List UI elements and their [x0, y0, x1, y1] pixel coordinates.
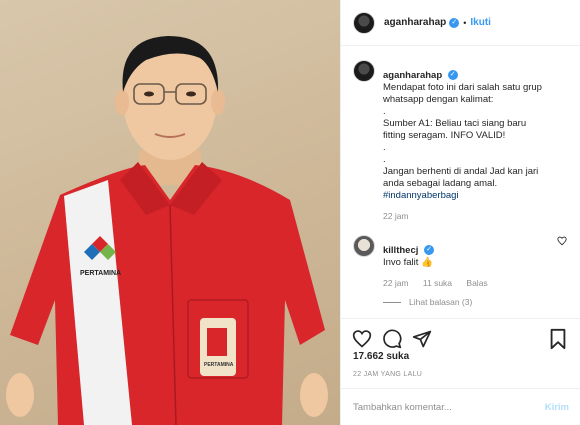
author-username[interactable]: aganharahap: [384, 17, 446, 28]
verified-icon: ✓: [447, 70, 458, 81]
caption-avatar[interactable]: [353, 60, 375, 82]
post-side-panel: aganharahap ✓ • Ikuti aganharahap ✓ Mend…: [340, 0, 580, 425]
comment-icon: [383, 329, 402, 348]
verified-icon: ✓: [424, 245, 435, 256]
comments-list[interactable]: aganharahap ✓ Mendapat foto ini dari sal…: [341, 58, 580, 316]
shirt-logo-text: PERTAMINA: [80, 270, 122, 277]
commenter-username[interactable]: killthecj: [383, 245, 418, 256]
comment-likes[interactable]: 11 suka: [423, 278, 452, 288]
comment-input[interactable]: [353, 401, 545, 413]
commenter-avatar[interactable]: [353, 235, 375, 257]
like-button[interactable]: [351, 328, 373, 350]
comment-text: Invo falit 👍: [383, 257, 433, 268]
comment-item: killthecj ✓ Invo falit 👍 22 jam 11 suka …: [341, 233, 580, 307]
separator-dot: •: [463, 17, 467, 28]
follow-button[interactable]: Ikuti: [470, 17, 491, 28]
caption-username[interactable]: aganharahap: [383, 70, 442, 81]
verified-icon: ✓: [449, 17, 460, 28]
bookmark-icon[interactable]: [547, 328, 569, 350]
caption-time[interactable]: 22 jam: [383, 211, 409, 221]
add-comment-bar: Kirim: [341, 388, 580, 425]
reply-button[interactable]: Balas: [466, 278, 487, 288]
heart-icon: [352, 329, 372, 348]
replies-line: [383, 301, 401, 303]
view-replies-label: Lihat balasan (3): [409, 297, 473, 307]
likes-count[interactable]: 17.662 suka: [353, 351, 409, 362]
pocket-badge-text: PERTAMINA: [204, 362, 234, 368]
view-replies[interactable]: Lihat balasan (3): [383, 297, 551, 307]
share-button[interactable]: [411, 328, 433, 350]
comment-time[interactable]: 22 jam: [383, 278, 409, 288]
post-time[interactable]: 22 JAM YANG LALU: [353, 371, 422, 378]
post-header: aganharahap ✓ • Ikuti: [341, 0, 580, 46]
author-avatar[interactable]: [353, 11, 375, 34]
post-photo[interactable]: PERTAMINA PERTAMINA: [0, 0, 340, 425]
caption: aganharahap ✓ Mendapat foto ini dari sal…: [341, 58, 580, 221]
comment-like-heart-icon[interactable]: [557, 236, 567, 246]
caption-hashtag[interactable]: #indannyaberbagi: [383, 190, 459, 201]
caption-text: Mendapat foto ini dari salah satu grup w…: [383, 82, 542, 189]
comment-button[interactable]: [381, 328, 403, 350]
post-comment-button[interactable]: Kirim: [545, 402, 569, 413]
share-icon: [412, 330, 432, 347]
photo-illustration: [6, 36, 328, 425]
